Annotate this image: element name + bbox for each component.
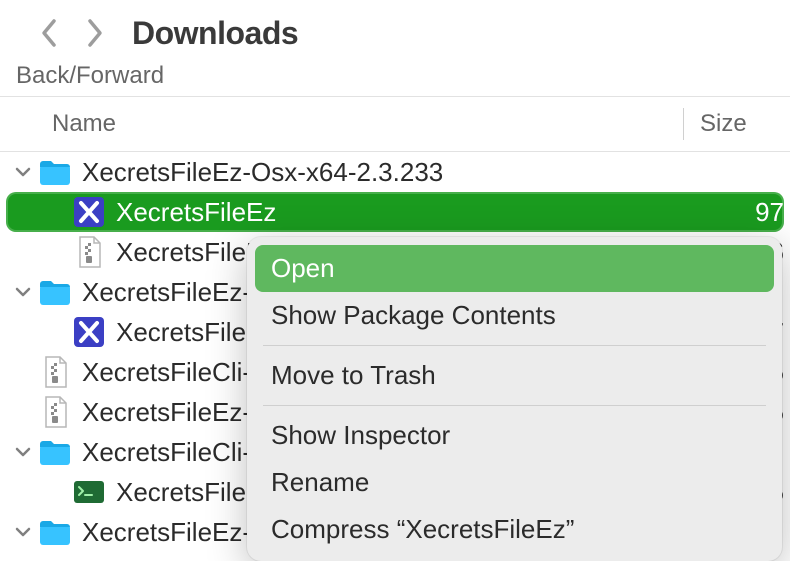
- menu-separator: [263, 345, 766, 346]
- folder-icon: [38, 515, 72, 549]
- toolbar: Downloads: [0, 0, 790, 58]
- file-name: XecretsFileEz: [116, 197, 736, 228]
- file-row[interactable]: XecretsFileEz97: [6, 192, 784, 232]
- zip-icon: [72, 235, 106, 269]
- window-title: Downloads: [132, 15, 298, 52]
- column-header-name[interactable]: Name: [52, 110, 683, 138]
- folder-icon: [38, 275, 72, 309]
- app-x-icon: [72, 195, 106, 229]
- forward-button[interactable]: [86, 18, 104, 48]
- app-x-icon: [72, 315, 106, 349]
- menu-item[interactable]: Compress “XecretsFileEz”: [255, 506, 774, 553]
- file-row[interactable]: XecretsFileEz-Osx-x64-2.3.233: [0, 152, 790, 192]
- menu-separator: [263, 405, 766, 406]
- context-menu: OpenShow Package Contents Move to Trash Sh…: [247, 237, 782, 561]
- menu-item[interactable]: Move to Trash: [255, 352, 774, 399]
- column-header-size[interactable]: Size: [700, 110, 790, 138]
- column-headers: Name Size: [0, 97, 790, 151]
- zip-icon: [38, 355, 72, 389]
- disclosure-triangle[interactable]: [12, 283, 34, 301]
- folder-icon: [38, 155, 72, 189]
- menu-item[interactable]: Open: [255, 245, 774, 292]
- back-button[interactable]: [40, 18, 58, 48]
- file-name: XecretsFileEz-Osx-x64-2.3.233: [82, 157, 736, 188]
- menu-item[interactable]: Show Inspector: [255, 412, 774, 459]
- nav-arrows: [40, 18, 104, 48]
- menu-item[interactable]: Rename: [255, 459, 774, 506]
- disclosure-triangle[interactable]: [12, 443, 34, 461]
- nav-label: Back/Forward: [0, 58, 790, 96]
- disclosure-triangle[interactable]: [12, 523, 34, 541]
- disclosure-triangle[interactable]: [12, 163, 34, 181]
- file-size: 97: [736, 197, 784, 228]
- terminal-icon: [72, 475, 106, 509]
- folder-icon: [38, 435, 72, 469]
- menu-item[interactable]: Show Package Contents: [255, 292, 774, 339]
- column-divider[interactable]: [683, 108, 684, 140]
- zip-icon: [38, 395, 72, 429]
